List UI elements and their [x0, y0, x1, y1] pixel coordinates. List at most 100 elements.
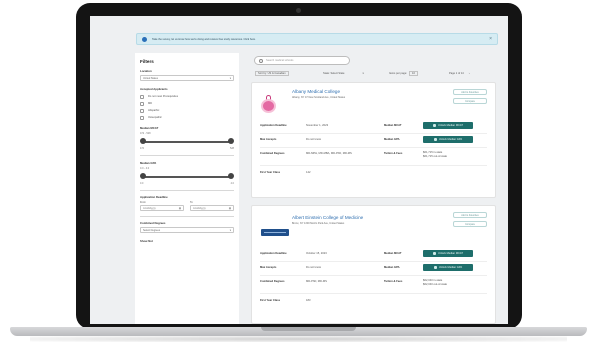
checkbox-label: Osteopathic: [148, 116, 162, 119]
first-year-key: First Year Class: [260, 171, 281, 174]
filters-sidebar: Filters Location United States ▾ Accepte…: [135, 53, 239, 324]
location-select[interactable]: United States ▾: [140, 75, 234, 81]
lock-icon: [432, 124, 436, 127]
add-favorite-button[interactable]: Add to Favorites: [453, 89, 487, 95]
medal-icon: [261, 99, 276, 113]
search-icon: [259, 58, 263, 63]
slider-handle-max[interactable]: [228, 173, 234, 179]
school-logo: [261, 95, 276, 113]
mcat-max: 528: [230, 147, 234, 150]
mcat-slider[interactable]: [140, 138, 234, 146]
per-page-select[interactable]: 10: [409, 71, 418, 76]
slider-ends: 472 528: [140, 147, 234, 150]
checkbox[interactable]: [140, 94, 144, 99]
info-icon: [142, 36, 147, 42]
checkbox[interactable]: [140, 108, 144, 113]
deadline-value: October 15, 2023: [306, 252, 327, 255]
checkbox-label: Do not meet Prerequisites: [148, 95, 178, 98]
detail-row: Combined Degrees MD-MPH, MD-MBA, MD-PhD,…: [260, 150, 487, 166]
unlock-gpa-button[interactable]: Unlock Median GPA: [423, 136, 473, 143]
slider-handle-min[interactable]: [140, 173, 146, 179]
from-date-input[interactable]: mm/dd/yyyy ▦: [140, 205, 184, 211]
detail-row: Combined Degrees MD-PhD, MD-MS Tuition &…: [260, 278, 487, 294]
checkbox[interactable]: [140, 101, 144, 106]
checkbox-option[interactable]: Allopathic: [140, 107, 234, 114]
slider-ends: 0.0 4.0: [140, 182, 234, 185]
unlock-mcat-label: Unlock Median MCAT: [437, 252, 464, 255]
sort-dropdown[interactable]: Sort by: US & Canadian: [253, 71, 323, 76]
slider-track: [143, 141, 231, 143]
detail-row: First Year Class 142: [260, 169, 487, 179]
lock-icon: [433, 266, 437, 269]
from-date-placeholder: mm/dd/yyyy: [143, 206, 156, 210]
accepts-value: Do not know: [306, 266, 321, 269]
to-label: To: [190, 201, 193, 204]
checkbox-label: MD: [148, 102, 153, 105]
laptop-mockup: Take the survey, let us know how we're d…: [0, 0, 597, 349]
first-year-value: 142: [306, 171, 311, 174]
deadline-value: November 1, 2023: [306, 124, 329, 127]
school-name[interactable]: Albany Medical College: [292, 89, 340, 94]
close-icon[interactable]: ×: [489, 36, 492, 42]
search-input[interactable]: Search medical schools: [254, 56, 350, 65]
school-address: Bronx, NY 1300 Morris Park Ave, United S…: [292, 222, 345, 225]
checkbox[interactable]: [140, 115, 144, 120]
calendar-icon[interactable]: ▦: [229, 207, 231, 210]
mcat-key: Median MCAT: [384, 252, 402, 255]
school-card[interactable]: Albert Einstein College of Medicine Bron…: [251, 205, 496, 324]
unlock-mcat-button[interactable]: Unlock Median MCAT: [423, 250, 473, 257]
school-card[interactable]: Albany Medical College Albany, NY 47 New…: [251, 82, 496, 198]
to-date-placeholder: mm/dd/yyyy: [193, 206, 206, 210]
compare-button[interactable]: Compare: [453, 221, 487, 227]
calendar-icon[interactable]: ▦: [179, 207, 181, 210]
divider: [140, 155, 234, 156]
row-divider: [260, 261, 487, 262]
school-name[interactable]: Albert Einstein College of Medicine: [292, 215, 363, 220]
pagination[interactable]: Page 1 of 14 ›: [449, 72, 470, 75]
from-label: From: [140, 201, 146, 204]
banner-text[interactable]: Take the survey, let us know how we're d…: [152, 38, 489, 41]
unlock-gpa-button[interactable]: Unlock Median GPA: [423, 264, 473, 271]
slider-handle-min[interactable]: [140, 138, 146, 144]
combined-key: Combined Degrees: [260, 152, 285, 155]
row-divider: [260, 133, 487, 134]
mcat-filter: Median MCAT 472 - 528 472 528: [140, 126, 234, 150]
webcam-icon: [296, 8, 301, 13]
unlock-mcat-button[interactable]: Unlock Median MCAT: [423, 122, 473, 129]
deadline-range: From mm/dd/yyyy ▦ To mm/dd/yyyy ▦: [140, 201, 234, 211]
logo-stripe: [264, 232, 286, 233]
survey-banner[interactable]: Take the survey, let us know how we're d…: [136, 33, 498, 45]
divider: [140, 190, 234, 191]
slider-handle-max[interactable]: [228, 138, 234, 144]
accepted-applicants-label: Accepted Applicants: [140, 87, 168, 91]
state-dropdown[interactable]: State: Select State ▾: [323, 72, 389, 75]
detail-row: Application Deadline October 15, 2023 Me…: [260, 250, 487, 262]
first-year-key: First Year Class: [260, 299, 281, 302]
checkbox-option[interactable]: MD: [140, 100, 234, 107]
pager-text: Page 1 of 14: [449, 72, 464, 75]
combined-key: Combined Degrees: [260, 280, 285, 283]
unlock-gpa-label: Unlock Median GPA: [438, 138, 463, 141]
add-favorite-button[interactable]: Add to Favorites: [453, 212, 487, 218]
chevron-down-icon: ▾: [229, 228, 231, 232]
show-more-link[interactable]: Show Not: [140, 239, 234, 243]
detail-row: Max Accepts Do not know Median GPA Unloc…: [260, 264, 487, 276]
laptop-notch: [261, 327, 356, 331]
deadline-label: Application Deadline: [140, 195, 168, 199]
location-value: United States: [143, 76, 159, 80]
checkbox-option[interactable]: Osteopathic: [140, 114, 234, 121]
tuition-in-state: $61,715 in-state: [423, 151, 443, 154]
chevron-down-icon: ▾: [362, 72, 364, 75]
detail-row: Application Deadline November 1, 2023 Me…: [260, 122, 487, 134]
checkbox-option[interactable]: Do not meet Prerequisites: [140, 93, 234, 100]
compare-button[interactable]: Compare: [453, 98, 487, 104]
chevron-down-icon: ▾: [229, 76, 231, 80]
to-date-input[interactable]: mm/dd/yyyy ▦: [190, 205, 234, 211]
chevron-right-icon[interactable]: ›: [469, 72, 470, 75]
combined-degrees-select[interactable]: Select Degrees ▾: [140, 227, 234, 233]
row-divider: [260, 165, 487, 166]
gpa-slider[interactable]: [140, 173, 234, 181]
state-label: State: Select State: [323, 72, 345, 75]
tuition-out-state: $61,715 out-of-state: [423, 155, 448, 158]
tuition-in-state: $62,040 in-state: [423, 279, 443, 282]
